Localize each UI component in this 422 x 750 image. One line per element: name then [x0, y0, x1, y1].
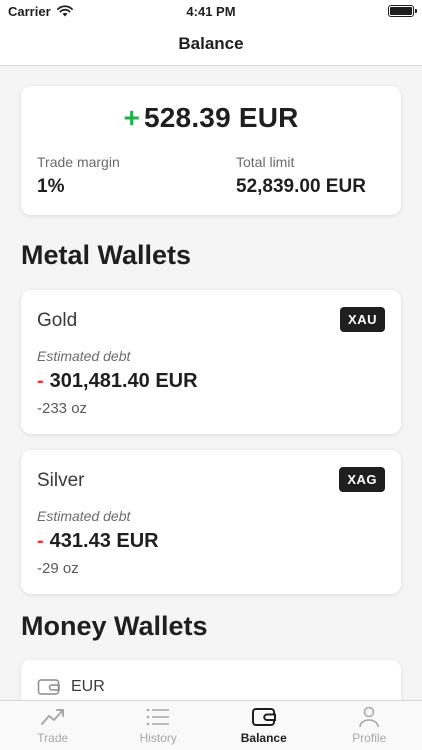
tab-label: Balance	[240, 731, 287, 745]
content-scroll[interactable]: +528.39 EUR Trade margin 1% Total limit …	[0, 66, 422, 700]
status-bar: Carrier 4:41 PM	[0, 0, 422, 22]
positive-sign: +	[123, 102, 140, 133]
debt-value: 431.43 EUR	[49, 530, 159, 552]
debt-value: 301,481.40 EUR	[49, 370, 198, 392]
negative-sign: -	[37, 530, 44, 552]
tab-trade[interactable]: Trade	[0, 701, 106, 750]
balance-amount: 528.39 EUR	[144, 102, 299, 133]
balance-total: +528.39 EUR	[21, 102, 401, 134]
money-wallet-row: EUR	[37, 678, 105, 696]
currency-code-badge: XAG	[339, 467, 385, 492]
wifi-icon	[56, 5, 73, 17]
negative-sign: -	[37, 370, 44, 392]
total-limit-value: 52,839.00 EUR	[236, 176, 366, 197]
carrier-group: Carrier	[8, 4, 73, 19]
estimated-debt-label: Estimated debt	[37, 348, 131, 364]
tab-history[interactable]: History	[106, 701, 212, 750]
page-title: Balance	[178, 33, 244, 53]
tab-balance[interactable]: Balance	[211, 701, 317, 750]
wallet-icon	[251, 708, 276, 726]
balance-card: +528.39 EUR Trade margin 1% Total limit …	[21, 86, 401, 215]
trend-icon	[40, 709, 64, 725]
wallet-card-gold[interactable]: Gold XAU Estimated debt -301,481.40 EUR …	[21, 290, 401, 434]
battery-icon	[388, 5, 417, 17]
tab-profile[interactable]: Profile	[317, 701, 422, 750]
ounce-amount: -29 oz	[37, 560, 79, 577]
tab-bar: Trade History Balance Profile	[0, 700, 422, 750]
debt-amount: -431.43 EUR	[37, 530, 159, 553]
total-limit-label: Total limit	[236, 154, 295, 170]
tab-label: Profile	[352, 731, 387, 745]
wallet-name: Silver	[37, 470, 85, 491]
trade-margin-label: Trade margin	[37, 154, 120, 170]
carrier-label: Carrier	[8, 3, 51, 19]
ounce-amount: -233 oz	[37, 400, 88, 417]
money-wallets-heading: Money Wallets	[21, 611, 208, 641]
estimated-debt-label: Estimated debt	[37, 508, 131, 524]
trade-margin-value: 1%	[37, 176, 65, 197]
list-icon	[146, 708, 170, 726]
metal-wallets-heading: Metal Wallets	[21, 240, 192, 270]
wallet-card-silver[interactable]: Silver XAG Estimated debt -431.43 EUR -2…	[21, 450, 401, 594]
wallet-name: Gold	[37, 310, 78, 331]
wallet-card-eur[interactable]: EUR	[21, 660, 401, 700]
nav-bar: Balance	[0, 22, 422, 66]
money-wallet-name: EUR	[71, 678, 105, 695]
wallet-icon	[37, 679, 60, 695]
currency-code-badge: XAU	[340, 307, 385, 332]
person-icon	[359, 706, 380, 728]
tab-label: Trade	[37, 731, 69, 745]
debt-amount: -301,481.40 EUR	[37, 370, 198, 393]
tab-label: History	[139, 731, 177, 745]
